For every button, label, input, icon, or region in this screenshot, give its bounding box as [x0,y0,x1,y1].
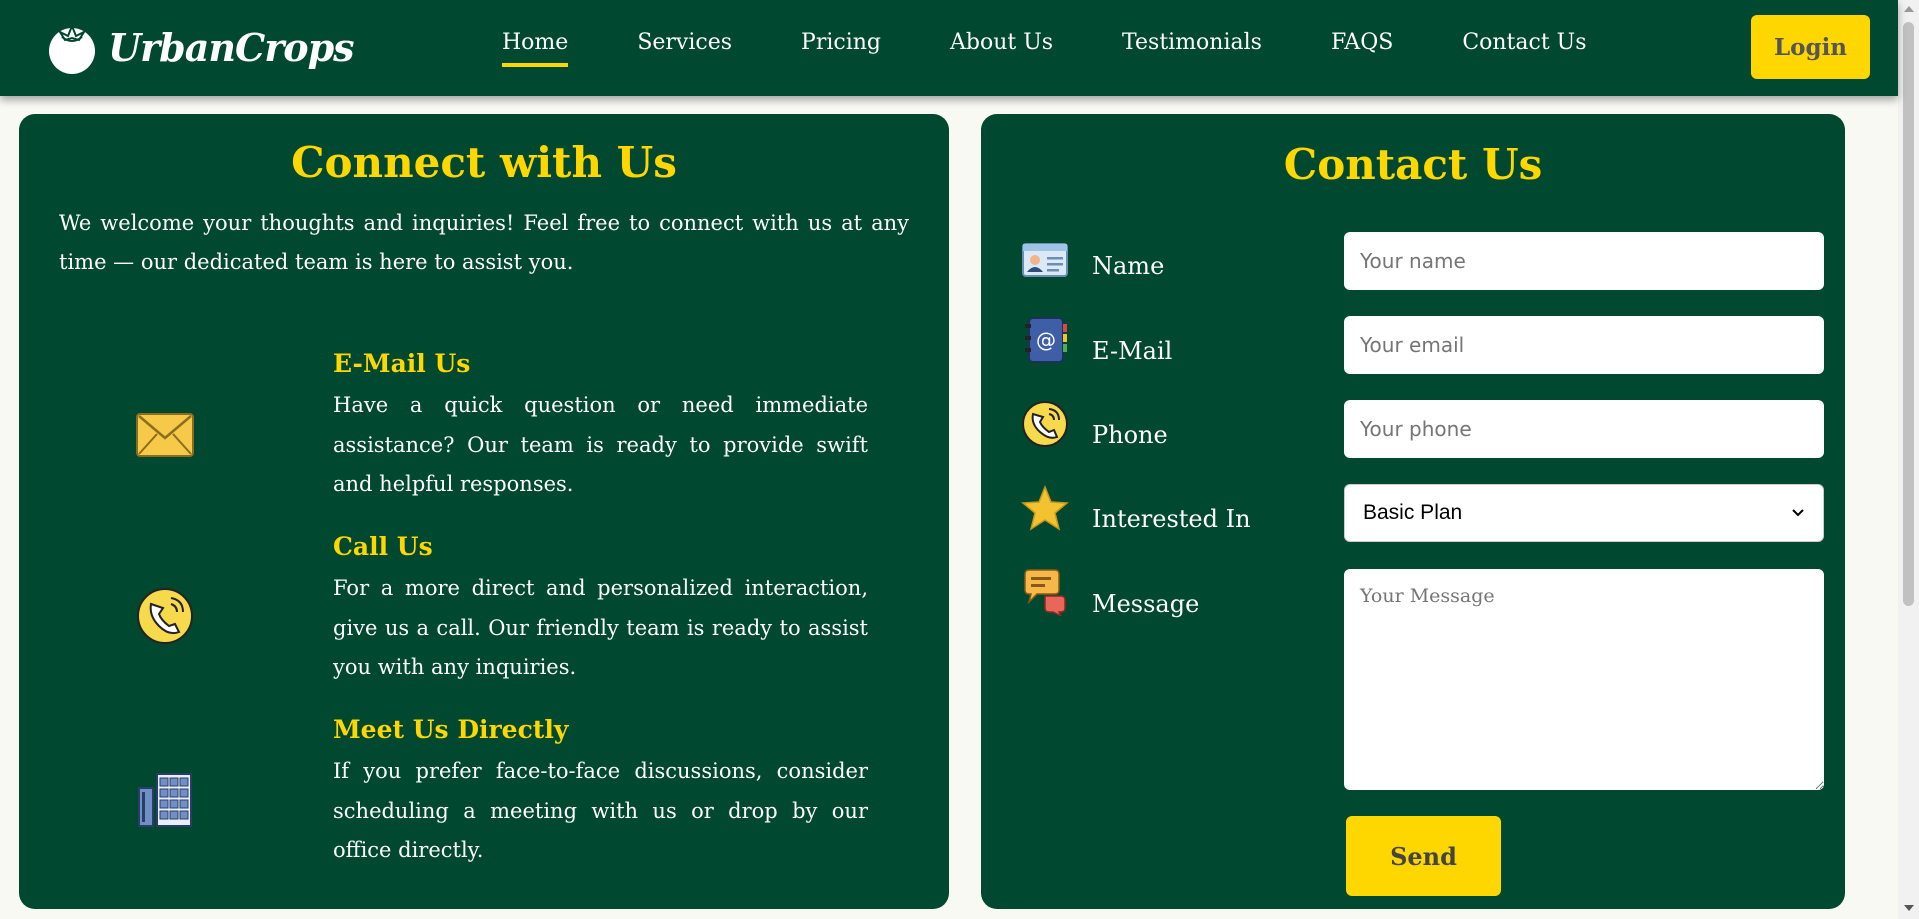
call-us-text: For a more direct and personalized inter… [333,576,868,679]
interest-label: Interested In [1092,505,1251,533]
scroll-up-arrow-icon[interactable] [1904,6,1914,12]
interest-select-value: Basic Plan [1363,501,1463,524]
meet-us-text: If you prefer face-to-face discussions, … [333,759,868,862]
envelope-icon [136,413,194,457]
connect-intro: We welcome your thoughts and inquiries! … [59,211,909,274]
nav-link-home[interactable]: Home [502,30,569,67]
phone-input[interactable] [1344,400,1824,458]
name-input[interactable] [1344,232,1824,290]
message-label: Message [1092,590,1200,618]
connect-title: Connect with Us [291,138,677,187]
page-scrollbar[interactable] [1898,0,1919,919]
nav-link-contact-us[interactable]: Contact Us [1462,30,1586,55]
scroll-thumb[interactable] [1903,22,1914,606]
brand-logo[interactable]: UrbanCrops [46,20,355,74]
nav-menu: Home Services Pricing About Us Testimoni… [502,30,1656,67]
scroll-down-arrow-icon[interactable] [1904,905,1914,911]
login-button[interactable]: Login [1751,15,1870,79]
phone-icon [137,588,193,644]
send-button[interactable]: Send [1346,816,1501,896]
nav-link-testimonials[interactable]: Testimonials [1122,30,1262,55]
call-us-heading: Call Us [333,532,433,561]
nav-link-faqs[interactable]: FAQS [1331,30,1393,55]
brand-name: UrbanCrops [108,24,355,70]
svg-text:@: @ [1036,328,1056,352]
name-label: Name [1092,252,1165,280]
phone-label: Phone [1092,421,1168,449]
speech-bubbles-icon [1024,569,1066,616]
navbar: UrbanCrops Home Services Pricing About U… [0,0,1898,96]
email-input[interactable] [1344,316,1824,374]
interest-select[interactable]: Basic Plan [1344,484,1824,542]
phone-icon [1022,401,1068,447]
connect-card: Connect with Us We welcome your thoughts… [19,114,949,909]
star-icon [1021,484,1069,531]
office-building-icon [138,773,192,827]
contact-form-card: Contact Us Name @ E-Mail Phone Intereste… [981,114,1845,909]
nav-link-about-us[interactable]: About Us [950,30,1053,55]
tomato-logo-icon [49,23,95,74]
chevron-down-icon [1792,509,1804,517]
meet-us-heading: Meet Us Directly [333,715,569,744]
email-us-heading: E-Mail Us [333,349,471,378]
nav-link-services[interactable]: Services [637,30,732,55]
contact-title: Contact Us [1283,140,1543,189]
id-card-icon [1022,243,1068,277]
address-book-icon: @ [1025,317,1067,363]
email-label: E-Mail [1092,337,1173,365]
email-us-text: Have a quick question or need immediate … [333,393,868,496]
message-textarea[interactable] [1344,569,1824,790]
nav-link-pricing[interactable]: Pricing [801,30,881,55]
